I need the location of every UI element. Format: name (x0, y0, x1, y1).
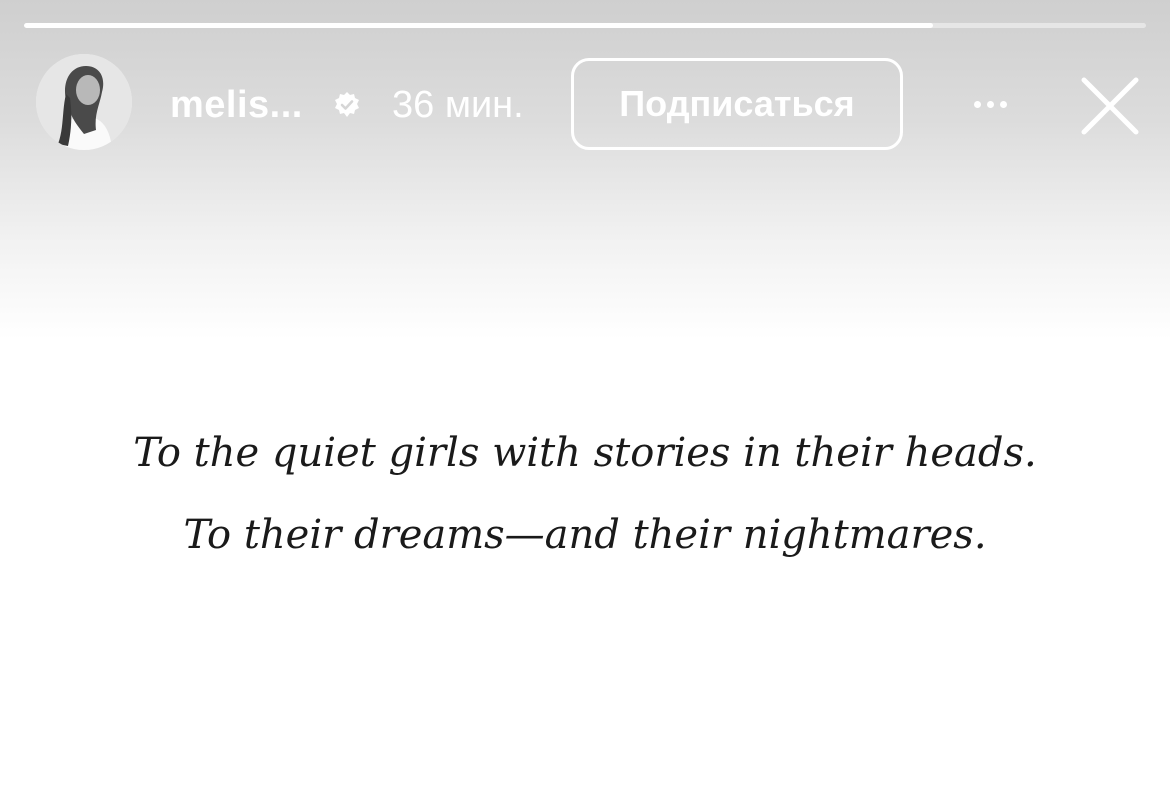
avatar[interactable] (36, 54, 132, 150)
quote-line-1: To the quiet girls with stories in their… (133, 430, 1037, 476)
post-time: 36 мин. (392, 84, 524, 126)
story-viewer[interactable]: melis... 36 мин. Подписаться To the quie… (0, 0, 1170, 791)
dot (986, 100, 994, 108)
dot (999, 100, 1007, 108)
dot (973, 100, 981, 108)
story-progress-fill (24, 23, 933, 28)
close-icon[interactable] (1076, 72, 1144, 140)
quote-line-2: To their dreams—and their nightmares. (183, 512, 987, 558)
avatar-photo (36, 54, 132, 150)
username[interactable]: melis... (170, 82, 303, 128)
verified-badge-icon (335, 92, 359, 117)
story-quote: To the quiet girls with stories in their… (0, 412, 1170, 576)
story-header: melis... 36 мин. Подписаться (0, 52, 1170, 156)
more-options-icon[interactable] (960, 88, 1020, 120)
follow-button[interactable]: Подписаться (571, 58, 903, 150)
story-progress-bar (24, 23, 1146, 28)
